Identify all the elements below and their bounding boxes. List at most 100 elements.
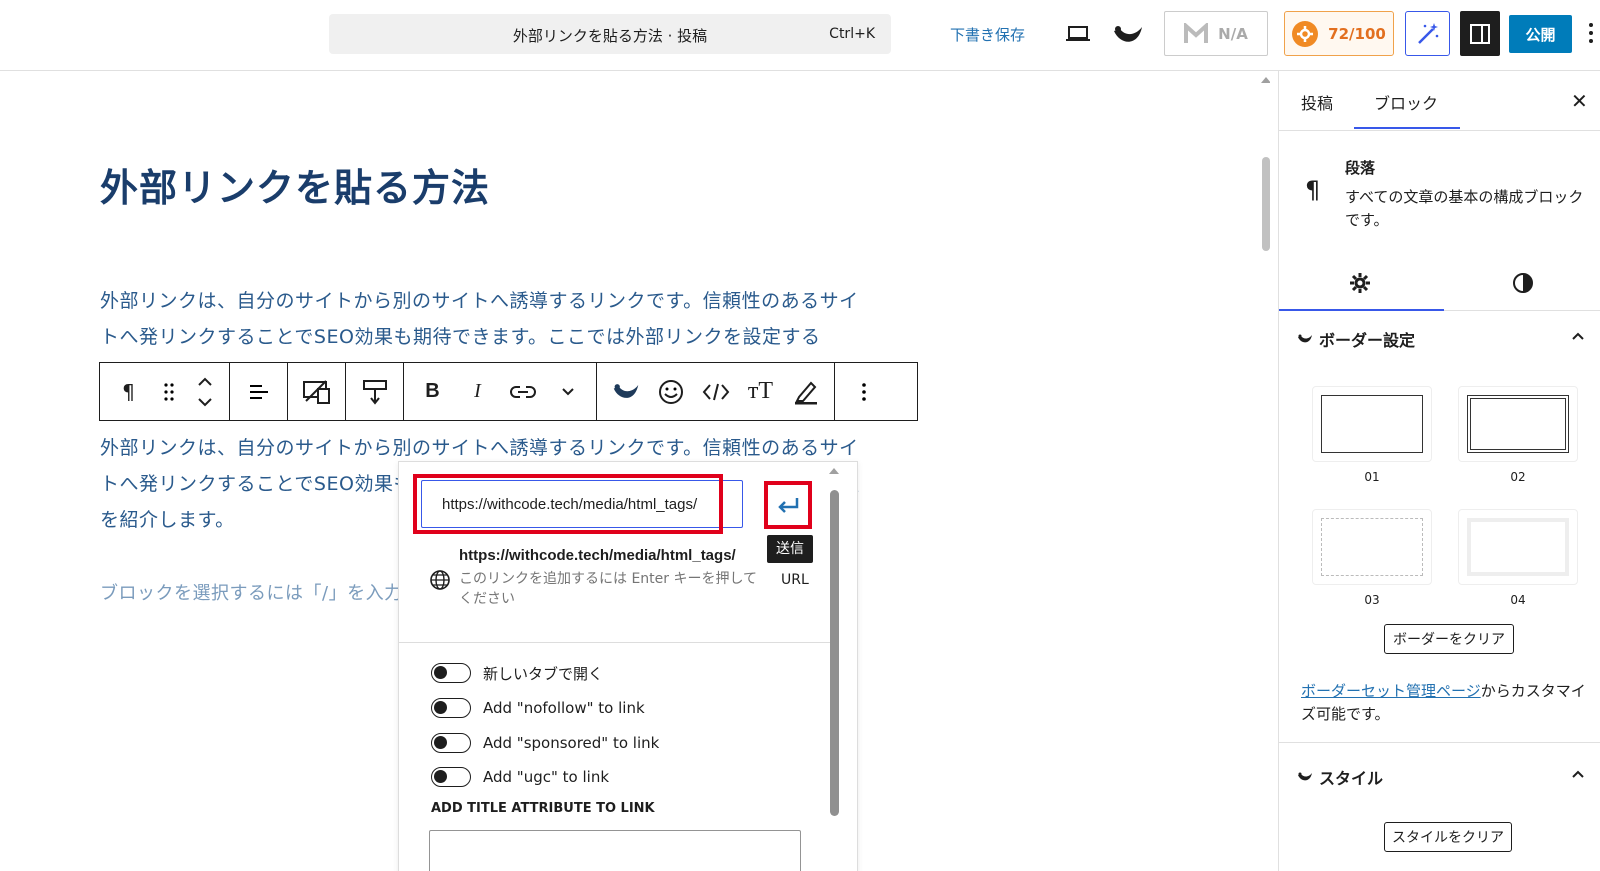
block-toolbar: ¶ B I ᴛT [99,362,918,421]
ai-assistant-button[interactable] [1405,11,1450,56]
toggle-nofollow[interactable]: Add "nofollow" to link [431,695,645,721]
toggle-switch[interactable] [431,663,471,683]
submit-tooltip: 送信 [767,535,813,563]
seo-score-button[interactable]: 72/100 [1284,11,1394,56]
scroll-thumb[interactable] [1262,157,1270,251]
clear-border-button[interactable]: ボーダーをクリア [1384,624,1514,654]
bold-icon[interactable]: B [410,363,455,420]
block-options-icon[interactable] [841,363,886,420]
border-option-label: 04 [1510,593,1526,607]
more-options-icon[interactable] [1588,22,1598,46]
emoji-icon[interactable] [648,363,693,420]
m-logo-icon [1184,22,1209,43]
toggle-switch[interactable] [431,733,471,753]
globe-icon [429,569,451,595]
swell-marker-icon[interactable] [603,363,648,420]
border-option-04[interactable] [1458,509,1578,585]
border-settings-header[interactable]: ボーダー設定 [1297,327,1415,351]
title-attribute-label: ADD TITLE ATTRIBUTE TO LINK [431,801,655,816]
align-left-icon[interactable] [236,363,281,420]
divider [1279,742,1600,743]
na-status-button[interactable]: N/A [1164,11,1268,56]
command-palette-button[interactable]: 外部リンクを貼る方法 · 投稿 Ctrl+K [329,14,891,54]
scroll-up-icon [1261,77,1270,83]
device-visibility-icon[interactable] [294,363,339,420]
border-preview [1467,395,1569,453]
drag-handle-icon[interactable] [151,363,187,420]
move-up-down-icon[interactable] [187,363,223,420]
publish-button[interactable]: 公開 [1509,15,1572,53]
code-icon[interactable] [693,363,738,420]
suggestion-url: https://withcode.tech/media/html_tags/ [459,547,736,564]
border-preview [1467,518,1569,576]
chevron-up-icon[interactable] [1571,326,1585,345]
post-title[interactable]: 外部リンクを貼る方法 [100,157,490,212]
popover-scrollbar[interactable] [827,462,841,871]
divider [399,642,837,643]
suggestion-hint: このリンクを追加するには Enter キーを押してください [459,571,758,607]
chevron-up-icon[interactable] [1571,764,1585,783]
swell-logo-icon [1298,772,1312,781]
paragraph-icon[interactable]: ¶ [106,363,151,420]
border-option-01[interactable] [1312,386,1432,462]
settings-panel-toggle[interactable] [1460,11,1500,56]
font-size-icon[interactable]: ᴛT [738,363,783,420]
score-gear-icon [1292,20,1319,47]
swell-logo-icon[interactable] [1110,20,1146,50]
border-option-label: 01 [1364,470,1380,484]
close-icon[interactable]: ✕ [1571,89,1588,113]
border-preview [1321,395,1423,453]
scroll-thumb[interactable] [830,490,839,816]
border-option-label: 02 [1510,470,1526,484]
paragraph-block[interactable]: 外部リンクは、自分のサイトから別のサイトへ誘導するリンクです。信頼性のあるサイト… [100,283,860,355]
magic-wand-icon [1417,22,1438,44]
toggle-switch[interactable] [431,698,471,718]
editor-header: 外部リンクを貼る方法 · 投稿 Ctrl+K 下書き保存 N/A 72/100 … [0,0,1600,71]
border-option-02[interactable] [1458,386,1578,462]
active-tab-indicator [1279,309,1444,311]
block-description: すべての文章の基本の構成ブロックです。 [1345,188,1584,229]
annotation-highlight-submit [764,481,812,529]
document-title: 外部リンクを貼る方法 · 投稿 [512,27,708,45]
preview-device-icon[interactable] [1062,20,1094,48]
na-label: N/A [1218,24,1248,43]
border-note: ボーダーセット管理ページからカスタマイズ可能です。 [1301,680,1591,726]
toggle-label: 新しいタブで開く [483,664,604,683]
italic-icon[interactable]: I [455,363,500,420]
border-preview [1321,518,1423,576]
settings-sidebar: 投稿 ブロック ✕ ¶ 段落 すべての文章の基本の構成ブロックです。 ボーダー設… [1278,71,1600,871]
toggle-switch[interactable] [431,767,471,787]
style-section-header[interactable]: スタイル [1297,765,1383,789]
highlight-icon[interactable] [783,363,828,420]
title-attribute-input[interactable] [429,830,801,871]
border-option-label: 03 [1364,593,1380,607]
tab-block[interactable]: ブロック [1353,90,1461,129]
styles-contrast-icon[interactable] [1512,272,1534,298]
suggestion-type: URL [781,572,809,588]
block-name: 段落 [1345,159,1376,177]
save-draft-button[interactable]: 下書き保存 [950,24,1025,45]
scroll-up-icon [829,468,839,474]
border-set-link[interactable]: ボーダーセット管理ページ [1301,682,1481,700]
toggle-sponsored[interactable]: Add "sponsored" to link [431,730,659,756]
settings-gear-icon[interactable] [1349,272,1371,298]
sidebar-icon [1470,23,1490,44]
link-popover: 送信 https://withcode.tech/media/html_tags… [398,461,858,871]
chevron-down-icon[interactable] [545,363,590,420]
sidebar-tabs: 投稿 ブロック ✕ [1279,71,1600,131]
toggle-new-tab[interactable]: 新しいタブで開く [431,660,603,686]
inspector-tabs [1279,256,1600,311]
link-icon[interactable] [500,363,545,420]
clear-style-button[interactable]: スタイルをクリア [1384,822,1512,852]
toggle-ugc[interactable]: Add "ugc" to link [431,764,609,790]
block-placeholder[interactable]: ブロックを選択するには「/」を入力 [100,579,403,605]
border-option-03[interactable] [1312,509,1432,585]
editor-scrollbar[interactable] [1260,71,1270,871]
section-title: スタイル [1319,769,1384,788]
annotation-highlight-input [413,474,723,534]
tab-post[interactable]: 投稿 [1301,90,1333,114]
section-title: ボーダー設定 [1319,331,1416,350]
shortcut-hint: Ctrl+K [829,26,875,42]
spacing-icon[interactable] [352,363,397,420]
swell-logo-icon [1298,334,1312,343]
